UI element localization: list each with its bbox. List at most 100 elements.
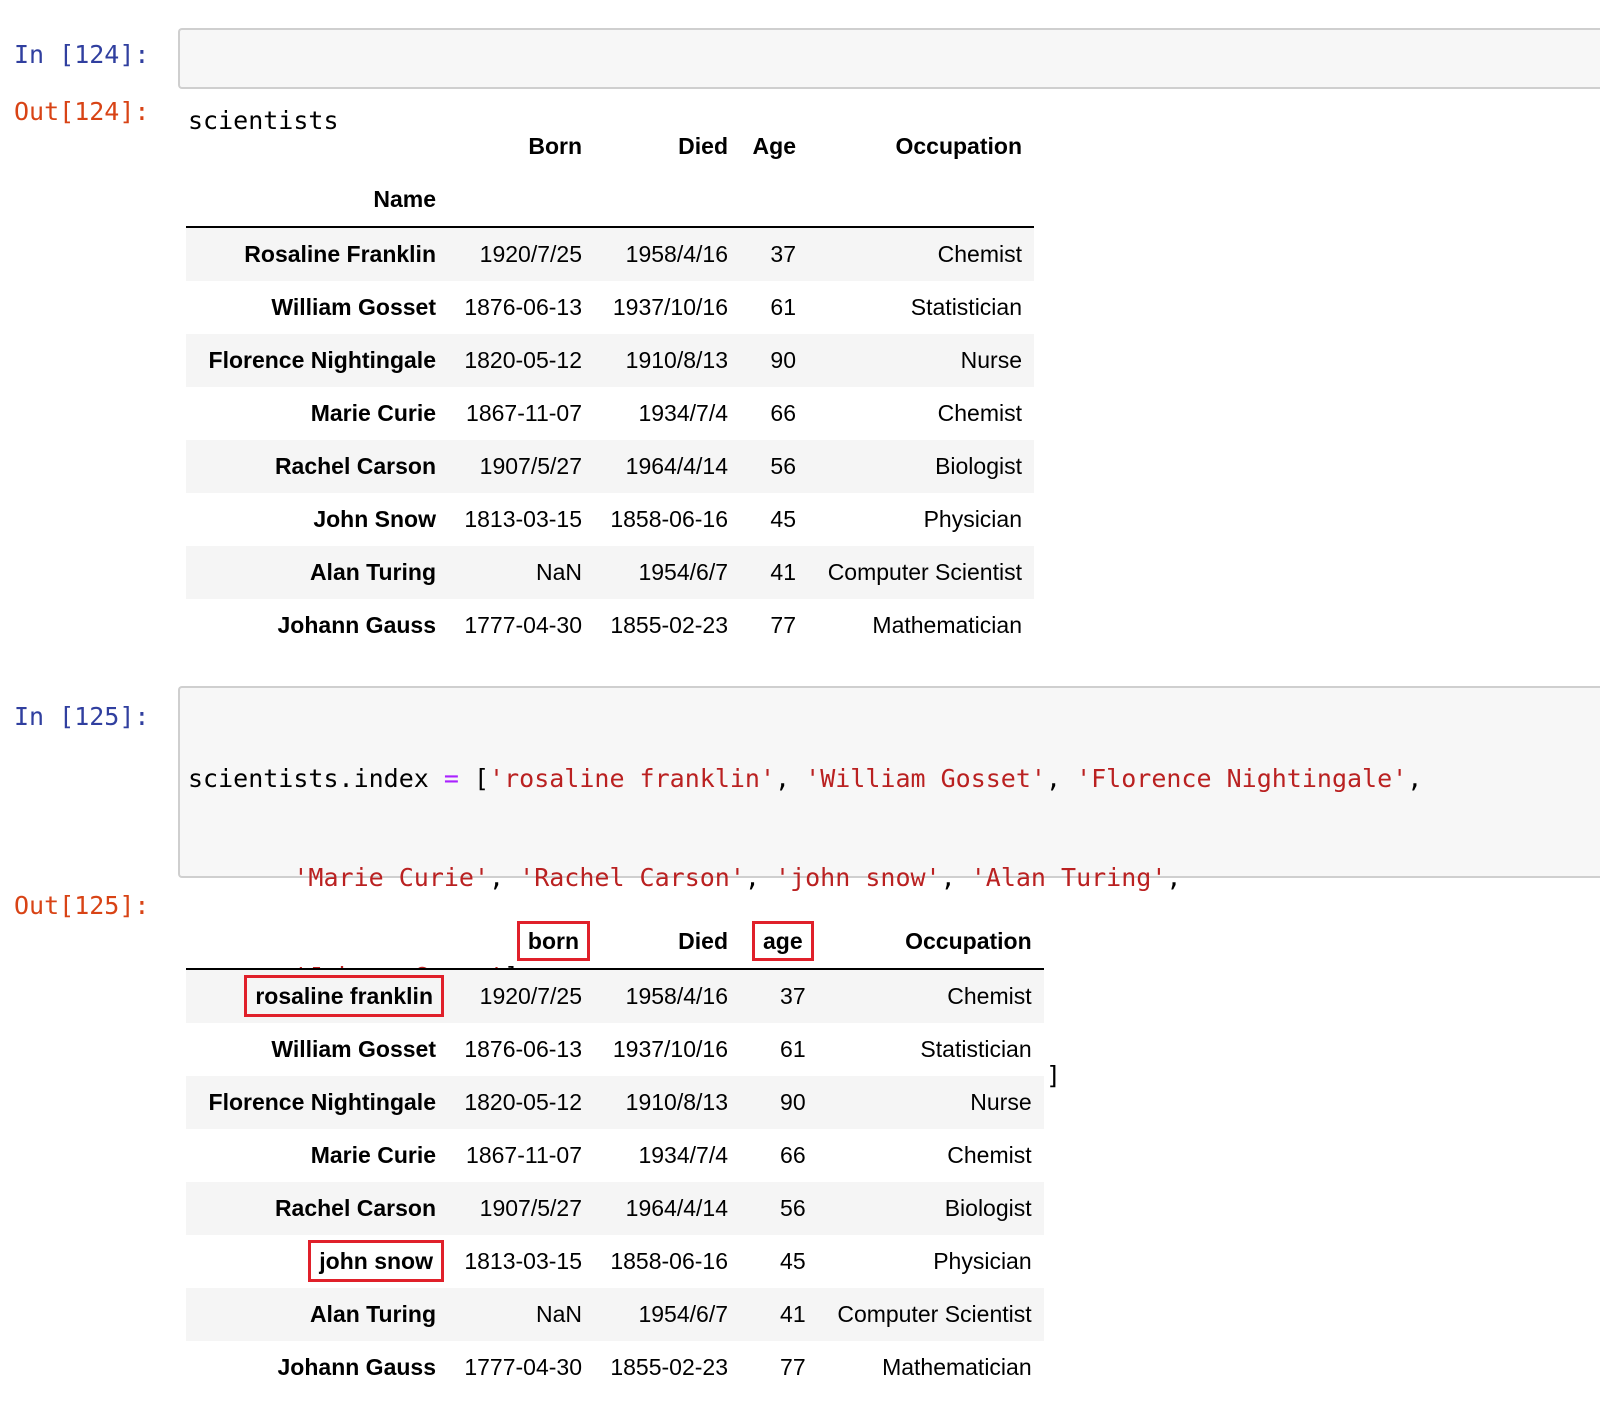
row-index-label: Rachel Carson (274, 453, 436, 479)
cell-died: 1910/8/13 (625, 347, 728, 373)
cell-born: 1820-05-12 (464, 1089, 582, 1115)
table-row: John Snow 1813-03-15 1858-06-16 45 Physician (186, 493, 1034, 546)
table-row: Johann Gauss 1777-04-30 1855-02-23 77 Mathem… (186, 1341, 1044, 1394)
cell-age: 41 (770, 559, 796, 585)
row-index-label: Florence Nightingale (208, 1089, 436, 1115)
in-prompt-124: In [124]: (14, 40, 150, 69)
row-index-label: John Snow (313, 506, 436, 532)
cell-age: 45 (770, 506, 796, 532)
column-header: Died (594, 915, 740, 970)
cell-born: 1876-06-13 (464, 1036, 582, 1062)
cell-born: 1777-04-30 (464, 1354, 582, 1380)
cell-born: 1813-03-15 (464, 1248, 582, 1274)
cell-born: 1867-11-07 (466, 400, 582, 426)
cell-age: 66 (780, 1142, 806, 1168)
code-line: 'Marie Curie', 'Rachel Carson', 'john sn… (293, 863, 1182, 892)
cell-occupation: Chemist (947, 983, 1032, 1009)
cell-age: 37 (780, 983, 806, 1009)
table-row: Florence Nightingale 1820-05-12 1910/8/13 9… (186, 334, 1034, 387)
cell-died: 1964/4/14 (625, 1195, 728, 1221)
cell-died: 1954/6/7 (638, 1301, 728, 1327)
row-index-label: Alan Turing (309, 559, 436, 585)
cell-occupation: Computer Scientist (827, 559, 1022, 585)
table-row: William Gosset 1876-06-13 1937/10/16 61 Stat… (186, 281, 1034, 334)
cell-died: 1858-06-16 (610, 506, 728, 532)
in-prompt-125: In [125]: (14, 702, 150, 731)
column-header: Died (678, 133, 728, 159)
row-index-label: john snow (186, 1235, 448, 1288)
row-index-label: Marie Curie (310, 1142, 436, 1168)
row-index-label: William Gosset (271, 294, 436, 320)
code-input-124[interactable]: scientists (178, 28, 1600, 135)
cell-occupation: Physician (923, 506, 1022, 532)
row-index-label: Johann Gauss (277, 612, 436, 638)
cell-age: 77 (770, 612, 796, 638)
cell-born: NaN (535, 559, 582, 585)
table-row: Rachel Carson 1907/5/27 1964/4/14 56 Biologi… (186, 440, 1034, 493)
cell-born: 1813-03-15 (464, 506, 582, 532)
dataframe-output-124: Born Died Age Occupation Name Rosaline F… (186, 120, 1034, 652)
cell-occupation: Mathematician (872, 612, 1022, 638)
cell-died: 1934/7/4 (638, 1142, 728, 1168)
row-index-label: Rosaline Franklin (244, 241, 436, 267)
highlight-box-index: john snow (308, 1240, 444, 1282)
column-header: born (448, 915, 594, 970)
cell-occupation: Statistician (910, 294, 1022, 320)
column-header: Age (752, 133, 796, 159)
table-row: Marie Curie 1867-11-07 1934/7/4 66 Chemist (186, 387, 1034, 440)
cell-occupation: Chemist (937, 241, 1022, 267)
out-prompt-124: Out[124]: (14, 97, 150, 126)
row-index-label: Florence Nightingale (208, 347, 436, 373)
row-index-label: rosaline franklin (186, 969, 448, 1023)
cell-died: 1954/6/7 (638, 559, 728, 585)
dataframe-output-125: born Died age Occupation rosaline frankl… (186, 915, 1044, 1394)
cell-born: 1876-06-13 (464, 294, 582, 320)
cell-died: 1858-06-16 (610, 1248, 728, 1274)
table-row: Florence Nightingale 1820-05-12 1910/8/13 9… (186, 1076, 1044, 1129)
cell-died: 1937/10/16 (612, 1036, 728, 1062)
table-row: Marie Curie 1867-11-07 1934/7/4 66 Chemist (186, 1129, 1044, 1182)
cell-born: 1867-11-07 (466, 1142, 582, 1168)
table-row: Rachel Carson 1907/5/27 1964/4/14 56 Biologi… (186, 1182, 1044, 1235)
cell-age: 66 (770, 400, 796, 426)
cell-died: 1855-02-23 (610, 1354, 728, 1380)
cell-occupation: Mathematician (882, 1354, 1032, 1380)
cell-born: 1907/5/27 (479, 453, 582, 479)
out-prompt-125: Out[125]: (14, 891, 150, 920)
table-row: Alan Turing NaN 1954/6/7 41 Computer Scienti… (186, 1288, 1044, 1341)
cell-occupation: Biologist (944, 1195, 1032, 1221)
cell-age: 61 (770, 294, 796, 320)
cell-occupation: Nurse (960, 347, 1022, 373)
cell-age: 56 (780, 1195, 806, 1221)
column-header: age (740, 915, 818, 970)
row-index-label: Rachel Carson (274, 1195, 436, 1221)
cell-born: 1907/5/27 (479, 1195, 582, 1221)
cell-died: 1958/4/16 (625, 983, 728, 1009)
cell-age: 37 (770, 241, 796, 267)
cell-age: 90 (780, 1089, 806, 1115)
cell-occupation: Biologist (935, 453, 1022, 479)
cell-died: 1910/8/13 (625, 1089, 728, 1115)
row-index-label: Marie Curie (310, 400, 436, 426)
code-input-125[interactable]: scientists.index = ['rosaline franklin',… (178, 686, 1600, 1189)
cell-died: 1855-02-23 (610, 612, 728, 638)
highlight-box-index: rosaline franklin (244, 975, 444, 1017)
cell-died: 1934/7/4 (638, 400, 728, 426)
row-index-label: William Gosset (271, 1036, 436, 1062)
cell-died: 1964/4/14 (625, 453, 728, 479)
table-row: Rosaline Franklin 1920/7/25 1958/4/16 37 Che… (186, 227, 1034, 281)
cell-born: 1820-05-12 (464, 347, 582, 373)
cell-age: 90 (770, 347, 796, 373)
table-row: William Gosset 1876-06-13 1937/10/16 61 Stat… (186, 1023, 1044, 1076)
cell-occupation: Computer Scientist (837, 1301, 1032, 1327)
cell-age: 45 (780, 1248, 806, 1274)
column-header: Occupation (817, 915, 1044, 970)
column-header: Born (528, 133, 582, 159)
cell-born: 1920/7/25 (479, 983, 582, 1009)
table-row: Johann Gauss 1777-04-30 1855-02-23 77 Mathem… (186, 599, 1034, 652)
cell-born: NaN (535, 1301, 582, 1327)
cell-died: 1937/10/16 (612, 294, 728, 320)
table-row: Alan Turing NaN 1954/6/7 41 Computer Scienti… (186, 546, 1034, 599)
cell-occupation: Statistician (920, 1036, 1032, 1062)
highlight-box-age: age (752, 921, 814, 961)
